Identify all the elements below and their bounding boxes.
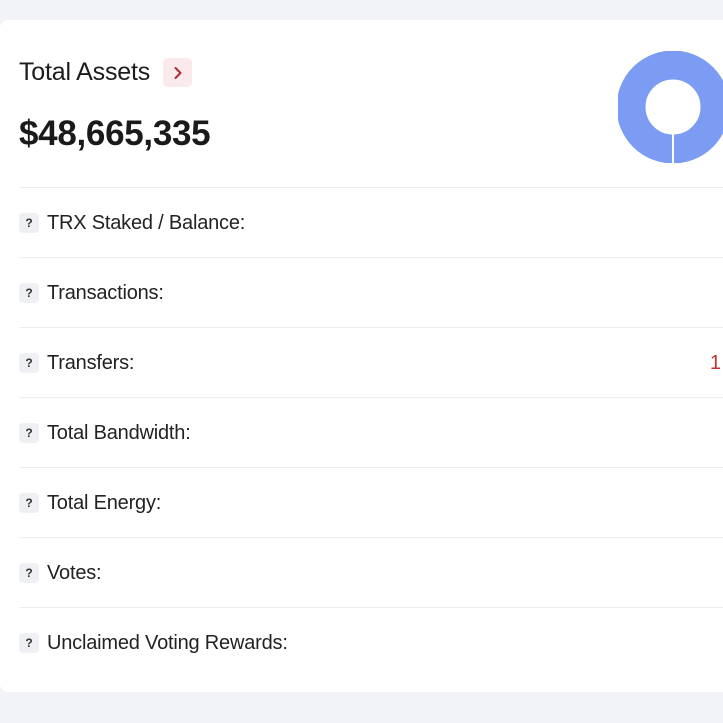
- assets-donut-chart: [618, 51, 723, 163]
- row-trx-staked-balance: ? TRX Staked / Balance:: [19, 187, 723, 257]
- row-label: Total Bandwidth:: [47, 421, 191, 444]
- question-mark-icon[interactable]: ?: [19, 423, 39, 443]
- card-title: Total Assets: [19, 58, 150, 86]
- question-mark-icon[interactable]: ?: [19, 563, 39, 583]
- details-button[interactable]: [163, 58, 192, 87]
- row-label: TRX Staked / Balance:: [47, 211, 246, 234]
- row-label: Votes:: [47, 561, 102, 584]
- row-votes: ? Votes:: [19, 537, 723, 607]
- asset-detail-list: ? TRX Staked / Balance: ? Transactions: …: [19, 187, 723, 677]
- transfers-count-link[interactable]: 1: [710, 328, 721, 398]
- row-unclaimed-voting-rewards: ? Unclaimed Voting Rewards:: [19, 607, 723, 677]
- question-mark-icon[interactable]: ?: [19, 493, 39, 513]
- question-mark-icon[interactable]: ?: [19, 353, 39, 373]
- question-mark-icon[interactable]: ?: [19, 633, 39, 653]
- card-header: Total Assets: [19, 58, 192, 87]
- row-label: Unclaimed Voting Rewards:: [47, 631, 288, 654]
- total-assets-value: $48,665,335: [19, 114, 211, 153]
- question-mark-icon[interactable]: ?: [19, 213, 39, 233]
- row-label: Total Energy:: [47, 491, 162, 514]
- question-mark-icon[interactable]: ?: [19, 283, 39, 303]
- row-transactions: ? Transactions:: [19, 257, 723, 327]
- row-total-bandwidth: ? Total Bandwidth:: [19, 397, 723, 467]
- row-transfers: ? Transfers: 1: [19, 327, 723, 397]
- row-label: Transfers:: [47, 351, 135, 374]
- total-assets-card: Total Assets $48,665,335 ? TRX Staked / …: [0, 20, 723, 692]
- chevron-right-icon: [174, 66, 181, 79]
- row-total-energy: ? Total Energy:: [19, 467, 723, 537]
- row-label: Transactions:: [47, 281, 164, 304]
